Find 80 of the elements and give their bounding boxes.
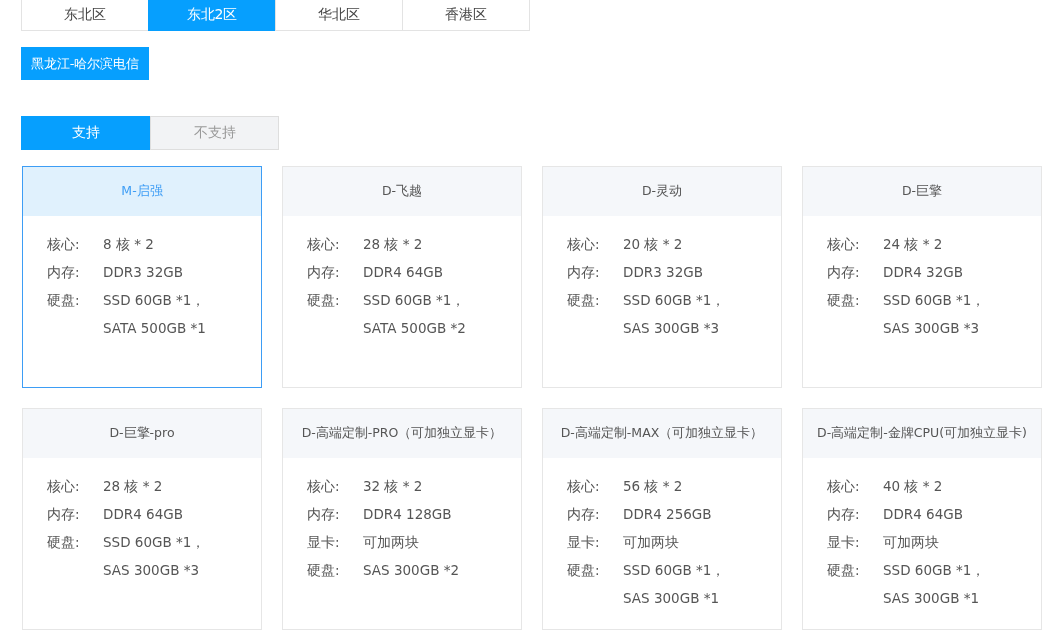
spec-label: 内存: <box>567 263 601 282</box>
spec-label: 显卡: <box>567 533 601 552</box>
spec-label: 核心: <box>567 477 601 496</box>
region-tab[interactable]: 香港区 <box>402 0 530 31</box>
spec-label: 硬盘: <box>827 561 861 580</box>
spec-value: SAS 300GB *3 <box>883 319 981 338</box>
spec-value: SSD 60GB *1， <box>103 533 206 552</box>
spec-label: 核心: <box>47 235 81 254</box>
spec-value: SAS 300GB *3 <box>103 561 201 580</box>
spec-label: 核心: <box>827 477 861 496</box>
spec-label: 内存: <box>307 263 341 282</box>
plan-card[interactable]: D-飞越 核心: 28 核 * 2 内存: DDR4 64GB 硬盘: SSD 60GB *1， SATA 500GB *2 <box>282 166 522 388</box>
spec-value: DDR3 32GB <box>103 263 183 282</box>
plan-card[interactable]: D-高端定制-MAX（可加独立显卡） 核心: 56 核 * 2 内存: DDR4 256GB 显卡: 可加两块 硬盘: SSD 60GB *1， SAS 300GB *1 <box>542 408 782 630</box>
spec-value: DDR4 32GB <box>883 263 963 282</box>
spec-label: 硬盘: <box>827 291 861 310</box>
plan-title: D-高端定制-PRO（可加独立显卡） <box>283 409 521 458</box>
plan-title: D-高端定制-金牌CPU(可加独立显卡) <box>803 409 1041 458</box>
plan-title: D-飞越 <box>283 167 521 216</box>
spec-value: DDR4 64GB <box>363 263 443 282</box>
plan-title: D-灵动 <box>543 167 781 216</box>
spec-value: SSD 60GB *1， <box>363 291 466 310</box>
spec-label: 内存: <box>47 263 81 282</box>
region-tab[interactable]: 东北区 <box>21 0 149 31</box>
spec-label: 显卡: <box>827 533 861 552</box>
spec-label: 内存: <box>827 263 861 282</box>
spec-label: 内存: <box>47 505 81 524</box>
spec-label: 硬盘: <box>307 561 341 580</box>
spec-value: SAS 300GB *3 <box>623 319 721 338</box>
spec-label: 核心: <box>47 477 81 496</box>
spec-label: 硬盘: <box>567 561 601 580</box>
spec-value: 可加两块 <box>883 533 939 552</box>
spec-value: SSD 60GB *1， <box>883 291 986 310</box>
spec-value: 可加两块 <box>363 533 419 552</box>
spec-value: SATA 500GB *1 <box>103 319 206 338</box>
spec-label: 核心: <box>307 235 341 254</box>
spec-value: 40 核 * 2 <box>883 477 943 496</box>
spec-label: 内存: <box>307 505 341 524</box>
spec-value: SAS 300GB *1 <box>623 589 721 608</box>
spec-value: DDR3 32GB <box>623 263 703 282</box>
spec-value: SAS 300GB *2 <box>363 561 460 580</box>
plan-card[interactable]: D-高端定制-PRO（可加独立显卡） 核心: 32 核 * 2 内存: DDR4 128GB 显卡: 可加两块 硬盘: SAS 300GB *2 <box>282 408 522 630</box>
spec-value: 28 核 * 2 <box>103 477 163 496</box>
plan-title: M-启强 <box>23 167 261 216</box>
spec-label: 显卡: <box>307 533 341 552</box>
plan-card[interactable]: D-高端定制-金牌CPU(可加独立显卡) 核心: 40 核 * 2 内存: DDR4 64GB 显卡: 可加两块 硬盘: SSD 60GB *1， SAS 300GB *1 <box>802 408 1042 630</box>
spec-label: 核心: <box>567 235 601 254</box>
plan-card[interactable]: M-启强 核心: 8 核 * 2 内存: DDR3 32GB 硬盘: SSD 60GB *1， SATA 500GB *1 <box>22 166 262 388</box>
plan-title: D-巨擎-pro <box>23 409 261 458</box>
spec-value: DDR4 256GB <box>623 505 712 524</box>
spec-value: 28 核 * 2 <box>363 235 423 254</box>
spec-value: DDR4 64GB <box>103 505 183 524</box>
plan-card[interactable]: D-巨擎-pro 核心: 28 核 * 2 内存: DDR4 64GB 硬盘: SSD 60GB *1， SAS 300GB *3 <box>22 408 262 630</box>
spec-value: 20 核 * 2 <box>623 235 683 254</box>
plan-card[interactable]: D-巨擎 核心: 24 核 * 2 内存: DDR4 32GB 硬盘: SSD 60GB *1， SAS 300GB *3 <box>802 166 1042 388</box>
spec-value: 8 核 * 2 <box>103 235 154 254</box>
spec-value: 56 核 * 2 <box>623 477 683 496</box>
spec-value: SSD 60GB *1， <box>623 561 726 580</box>
spec-label: 硬盘: <box>307 291 341 310</box>
spec-value: SSD 60GB *1， <box>883 561 986 580</box>
spec-label: 硬盘: <box>47 291 81 310</box>
spec-label: 核心: <box>307 477 341 496</box>
spec-label: 硬盘: <box>567 291 601 310</box>
spec-label: 内存: <box>567 505 601 524</box>
spec-label: 内存: <box>827 505 861 524</box>
spec-value: SSD 60GB *1， <box>103 291 206 310</box>
spec-value: 24 核 * 2 <box>883 235 943 254</box>
spec-value: SAS 300GB *1 <box>883 589 981 608</box>
spec-value: SSD 60GB *1， <box>623 291 726 310</box>
plan-card[interactable]: D-灵动 核心: 20 核 * 2 内存: DDR3 32GB 硬盘: SSD 60GB *1， SAS 300GB *3 <box>542 166 782 388</box>
plan-title: D-高端定制-MAX（可加独立显卡） <box>543 409 781 458</box>
spec-value: 32 核 * 2 <box>363 477 423 496</box>
spec-value: SATA 500GB *2 <box>363 319 466 338</box>
plan-title: D-巨擎 <box>803 167 1041 216</box>
spec-label: 硬盘: <box>47 533 81 552</box>
region-tab[interactable]: 华北区 <box>275 0 403 31</box>
spec-value: DDR4 128GB <box>363 505 452 524</box>
spec-value: DDR4 64GB <box>883 505 963 524</box>
spec-value: 可加两块 <box>623 533 679 552</box>
spec-label: 核心: <box>827 235 861 254</box>
